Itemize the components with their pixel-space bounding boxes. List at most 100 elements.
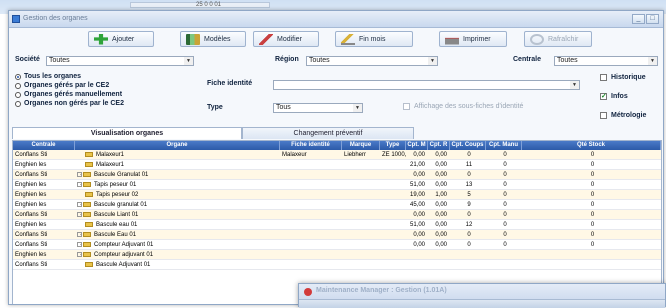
folder-icon — [83, 251, 91, 257]
cell-fiche — [280, 240, 342, 249]
cell-organe: + Bascule Liant 01 — [75, 210, 280, 219]
cell-cpt-coups: 0 — [467, 242, 471, 248]
table-row[interactable]: Conflans Sti + Compteur Adjuvant 01 0,00 0,0… — [13, 240, 661, 250]
expand-icon[interactable]: + — [77, 231, 82, 237]
organe-name: Malaxeur1 — [96, 162, 125, 168]
cell-cpt-coups: 0 — [467, 172, 471, 178]
column-header[interactable]: Fiche identité — [280, 141, 342, 150]
add-button[interactable]: Ajouter — [88, 31, 154, 47]
radio-not-ce2[interactable]: Organes non gérés par le CE2 — [15, 100, 124, 107]
cell-fiche — [280, 190, 342, 199]
cell-marque — [342, 220, 380, 229]
fiche-select[interactable]: ▼ — [273, 80, 580, 90]
cell-cpt-manu: 0 — [503, 162, 507, 168]
edit-button[interactable]: Modifier — [253, 31, 319, 47]
print-button[interactable]: Imprimer — [439, 31, 507, 47]
column-header[interactable]: Marque — [342, 141, 380, 150]
expand-icon[interactable]: + — [77, 211, 82, 217]
table-row[interactable]: Enghien les Malaxeur1 21,00 0,00 11 0 0 — [13, 160, 661, 170]
cell-organe: + Compteur adjuvant 01 — [75, 250, 280, 259]
cell-type: ZE 1000, — [382, 152, 406, 158]
organes-grid: Centrale Organe Fiche identité Marque Ty… — [12, 140, 662, 304]
radio-label: Organes gérés manuellement — [24, 91, 123, 98]
cell-type — [380, 260, 406, 269]
table-row[interactable]: Conflans Sti Bascule Adjuvant 01 — [13, 260, 661, 270]
expand-icon[interactable]: + — [77, 241, 82, 247]
type-select[interactable]: Tous ▼ — [273, 103, 363, 113]
end-month-button[interactable]: Fin mois — [335, 31, 413, 47]
column-header[interactable]: Cpt. R — [428, 141, 450, 150]
cell-cpt-m: 19,00 — [409, 192, 425, 198]
expand-icon[interactable]: + — [77, 201, 82, 207]
expand-icon[interactable]: + — [77, 171, 82, 177]
table-row[interactable]: Conflans Sti + Bascule Eau 01 0,00 0,00 0 0 0 — [13, 230, 661, 240]
cell-cpt-m: 45,00 — [409, 202, 425, 208]
table-row[interactable]: Enghien les + Tapis peseur 01 51,00 0,00 13 0 0 — [13, 180, 661, 190]
cell-centrale: Enghien les — [15, 192, 47, 198]
cell-cpt-coups: 5 — [467, 192, 471, 198]
cell-marque — [342, 240, 380, 249]
societe-value: Toutes — [49, 57, 70, 64]
historique-checkbox[interactable]: Historique — [600, 74, 646, 81]
societe-label: Société — [15, 56, 40, 63]
models-button[interactable]: Modèles — [180, 31, 246, 47]
table-row[interactable]: Conflans Sti Malaxeur1 Malaxeur Liebherr ZE … — [13, 150, 661, 160]
refresh-button[interactable]: Rafraîchir — [524, 31, 592, 47]
column-header[interactable]: Qté Stock — [522, 141, 661, 150]
refresh-icon — [530, 33, 544, 45]
minimize-button[interactable]: _ — [632, 14, 645, 24]
radio-all-organes[interactable]: Tous les organes — [15, 73, 81, 80]
models-label: Modèles — [204, 35, 231, 43]
cell-type — [380, 240, 406, 249]
table-row[interactable]: Conflans Sti + Bascule Liant 01 0,00 0,00 0 0 0 — [13, 210, 661, 220]
title-bar[interactable]: Gestion des organes _ □ — [9, 11, 663, 28]
table-row[interactable]: Enghien les Tapis peseur 02 19,00 1,00 5 0 0 — [13, 190, 661, 200]
affichage-checkbox[interactable]: Affichage des sous-fiches d'identité — [403, 103, 523, 110]
cell-qte-stock: 0 — [590, 192, 595, 198]
cell-centrale: Conflans Sti — [15, 232, 48, 238]
radio-manual[interactable]: Organes gérés manuellement — [15, 91, 122, 98]
cell-fiche — [280, 160, 342, 169]
infos-checkbox[interactable]: ✓ Infos — [600, 93, 628, 100]
expand-icon[interactable]: + — [77, 251, 82, 257]
societe-select[interactable]: Toutes ▼ — [46, 56, 194, 66]
column-header[interactable]: Cpt. M — [406, 141, 428, 150]
cell-marque — [342, 180, 380, 189]
region-select[interactable]: Toutes ▼ — [306, 56, 438, 66]
centrale-select[interactable]: Toutes ▼ — [554, 56, 658, 66]
cell-centrale: Enghien les — [15, 252, 47, 258]
column-header[interactable]: Organe — [75, 141, 280, 150]
maintenance-manager-window[interactable]: Maintenance Manager : Gestion (1.01A) — [298, 283, 666, 308]
cell-type — [380, 250, 406, 259]
expand-icon[interactable]: + — [77, 181, 82, 187]
cell-cpt-manu: 0 — [503, 212, 507, 218]
table-row[interactable]: Enghien les + Bascule granulat 01 45,00 0,00… — [13, 200, 661, 210]
cell-fiche — [280, 180, 342, 189]
maximize-button[interactable]: □ — [646, 14, 659, 24]
organe-name: Bascule Granulat 01 — [94, 172, 149, 178]
tab-changement[interactable]: Changement préventif — [242, 127, 414, 139]
cell-cpt-coups: 13 — [465, 182, 473, 188]
cell-cpt-manu: 0 — [503, 172, 507, 178]
cell-organe: + Bascule granulat 01 — [75, 200, 280, 209]
models-icon — [186, 33, 200, 45]
column-header[interactable]: Cpt. Manu — [486, 141, 522, 150]
tab-visualisation[interactable]: Visualisation organes — [12, 127, 242, 139]
radio-ce2-managed[interactable]: Organes gérés par le CE2 — [15, 82, 109, 89]
table-row[interactable]: Conflans Sti + Bascule Granulat 01 0,00 0,00… — [13, 170, 661, 180]
column-header[interactable]: Cpt. Coups — [450, 141, 486, 150]
metrologie-checkbox[interactable]: Métrologie — [600, 112, 646, 119]
radio-label: Organes gérés par le CE2 — [24, 82, 110, 89]
cell-qte-stock: 0 — [590, 172, 595, 178]
cell-qte-stock: 0 — [590, 182, 595, 188]
grid-body: Conflans Sti Malaxeur1 Malaxeur Liebherr ZE … — [13, 150, 661, 270]
cell-marque: Liebherr — [344, 152, 367, 158]
pencil-icon — [259, 33, 273, 45]
column-header[interactable]: Type — [380, 141, 406, 150]
cell-qte-stock: 0 — [590, 242, 595, 248]
column-header[interactable]: Centrale — [13, 141, 75, 150]
cell-cpt-r: 0,00 — [435, 162, 447, 168]
table-row[interactable]: Enghien les + Compteur adjuvant 01 — [13, 250, 661, 260]
cell-cpt-m: 0,00 — [413, 232, 425, 238]
table-row[interactable]: Enghien les Bascule eau 01 51,00 0,00 12 0 0 — [13, 220, 661, 230]
